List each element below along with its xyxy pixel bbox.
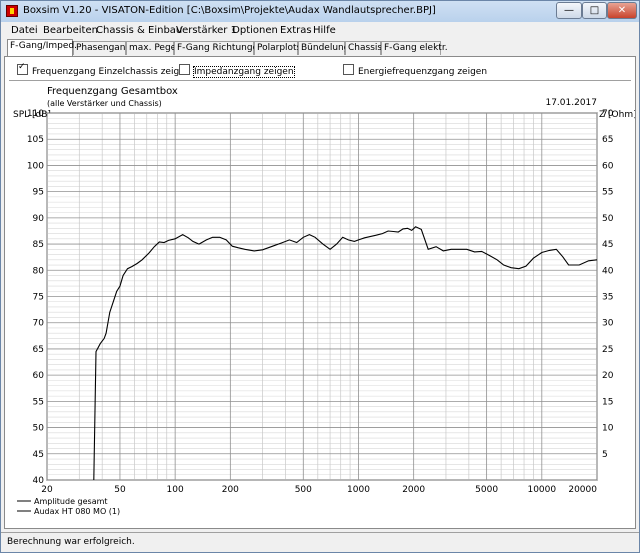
x-tick-label: 2000 [402,485,425,495]
y2-tick-label: 70 [602,109,614,119]
option-impedanz[interactable]: Impedanzgang zeigen [179,64,295,78]
maximize-button[interactable]: □ [582,2,607,19]
title-bar[interactable]: Boxsim V1.20 - VISATON-Edition [C:\Boxsi… [1,1,639,22]
y2-tick-label: 20 [602,371,614,381]
close-button[interactable]: ✕ [607,2,637,19]
x-tick-label: 10000 [527,485,556,495]
y2-tick-label: 10 [602,424,614,434]
app-window: Boxsim V1.20 - VISATON-Edition [C:\Boxsi… [0,0,640,553]
legend-label: Amplitude gesamt [34,497,108,506]
chart-subtitle: (alle Verstärker und Chassis) [47,99,162,108]
y2-tick-label: 65 [602,135,613,145]
chart-title: Frequenzgang Gesamtbox [47,86,178,97]
y-tick-label: 45 [33,450,44,460]
app-icon[interactable] [6,5,18,17]
checkbox-einzelchassis[interactable] [17,62,28,75]
y-tick-label: 85 [33,240,44,250]
status-text: Berechnung war erfolgreich. [7,537,135,547]
checkbox-energie[interactable] [343,64,354,75]
separator [9,80,631,82]
y2-tick-label: 5 [602,450,608,460]
x-tick-label: 20000 [568,485,597,495]
x-tick-label: 200 [222,485,239,495]
tab-phasengang[interactable]: Phasengang [73,41,131,55]
y2-tick-label: 60 [602,161,614,171]
option-energie-label: Energiefrequenzgang zeigen [358,67,488,77]
option-impedanz-label: Impedanzgang zeigen [193,66,295,78]
y-tick-label: 100 [27,161,44,171]
frequency-response-chart: Frequenzgang Gesamtbox (alle Verstärker … [13,86,635,516]
y2-tick-label: 30 [602,319,614,329]
status-bar: Berechnung war erfolgreich. [1,532,639,553]
menu-verstaerker[interactable]: Verstärker 1 [176,25,237,36]
menu-datei[interactable]: Datei [11,25,38,36]
option-einzelchassis[interactable]: Frequenzgang Einzelchassis zeigen [17,62,191,77]
x-tick-label: 100 [167,485,184,495]
tab-f-gang-imped[interactable]: F-Gang/Imped. [7,39,77,56]
menu-bar: Datei Bearbeiten Chassis & Einbau Verstä… [1,23,639,38]
chart-date: 17.01.2017 [545,98,597,108]
tab-bar: F-Gang/Imped. Phasengang max. Pegel F-Ga… [1,39,639,56]
tab-buendelung[interactable]: Bündelung [298,41,349,55]
y-tick-label: 95 [33,188,44,198]
y2-tick-label: 55 [602,188,613,198]
menu-hilfe[interactable]: Hilfe [313,25,336,36]
y-tick-label: 50 [33,424,45,434]
y-tick-label: 60 [33,371,45,381]
menu-chassis-einbau[interactable]: Chassis & Einbau [96,25,182,36]
option-energie[interactable]: Energiefrequenzgang zeigen [343,64,487,77]
y2-tick-label: 15 [602,397,613,407]
menu-optionen[interactable]: Optionen [232,25,278,36]
y-tick-label: 110 [27,109,44,119]
window-title: Boxsim V1.20 - VISATON-Edition [C:\Boxsi… [23,5,436,16]
tab-max-pegel[interactable]: max. Pegel [126,41,179,55]
x-tick-label: 20 [41,485,53,495]
x-tick-label: 5000 [475,485,498,495]
x-tick-label: 1000 [347,485,370,495]
option-einzelchassis-label: Frequenzgang Einzelchassis zeigen [32,67,191,77]
tab-f-gang-elektr[interactable]: F-Gang elektr. [381,41,448,55]
y-tick-label: 105 [27,135,44,145]
y-tick-label: 55 [33,397,44,407]
menu-extras[interactable]: Extras [280,25,312,36]
menu-bearbeiten[interactable]: Bearbeiten [43,25,98,36]
y2-tick-label: 40 [602,266,614,276]
y2-tick-label: 45 [602,240,613,250]
y-tick-label: 65 [33,345,44,355]
minimize-button[interactable]: — [556,2,582,19]
y-tick-label: 90 [33,214,45,224]
tab-f-gang-richtungen[interactable]: F-Gang Richtungen [174,41,264,55]
y2-tick-label: 35 [602,293,613,303]
y2-tick-label: 25 [602,345,613,355]
tab-polarplots[interactable]: Polarplots [254,41,301,55]
y-tick-label: 80 [33,266,45,276]
legend-label: Audax HT 080 MO (1) [34,507,120,516]
x-tick-label: 500 [295,485,312,495]
checkbox-impedanz[interactable] [179,64,190,75]
y-tick-label: 75 [33,293,44,303]
y2-tick-label: 50 [602,214,614,224]
tab-panel: Frequenzgang Einzelchassis zeigen Impeda… [4,56,636,529]
y-tick-label: 70 [33,319,45,329]
x-tick-label: 50 [114,485,126,495]
tab-chassis[interactable]: Chassis [345,41,382,55]
